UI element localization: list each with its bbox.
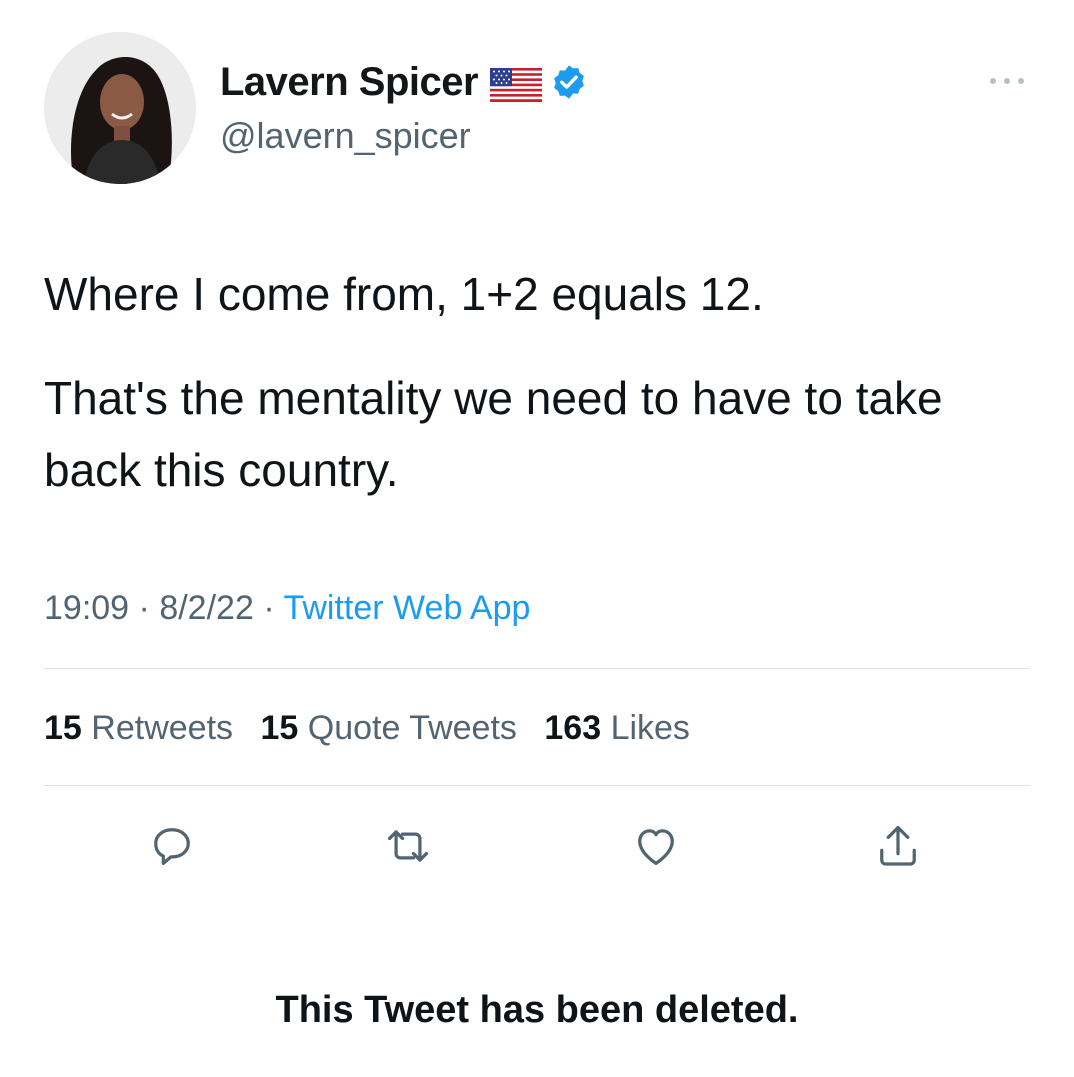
reply-icon[interactable] [146, 820, 198, 872]
quote-tweets-stat[interactable]: 15 Quote Tweets [260, 709, 516, 747]
retweets-stat[interactable]: 15 Retweets [44, 709, 233, 747]
tweet-meta: 19:09 · 8/2/22 · Twitter Web App [44, 586, 530, 630]
tweet-source-link[interactable]: Twitter Web App [283, 589, 530, 627]
author-name-row[interactable]: Lavern Spicer [220, 58, 588, 106]
tweet-text: Where I come from, 1+2 equals 12. That's… [44, 258, 1034, 538]
retweet-icon[interactable] [382, 820, 434, 872]
divider [44, 785, 1030, 786]
like-icon[interactable] [630, 820, 682, 872]
retweets-count: 15 [44, 709, 82, 747]
meta-separator: · [263, 589, 275, 627]
tweet-stats: 15 Retweets 15 Quote Tweets 163 Likes [44, 706, 708, 750]
likes-stat[interactable]: 163 Likes [544, 709, 690, 747]
quote-tweets-count: 15 [260, 709, 299, 747]
author-handle[interactable]: @lavern_spicer [220, 114, 471, 158]
avatar[interactable] [44, 32, 196, 184]
tweet-date[interactable]: 8/2/22 [159, 589, 254, 627]
likes-label: Likes [610, 709, 690, 747]
more-options-icon[interactable] [985, 74, 1029, 86]
tweet-text-line: Where I come from, 1+2 equals 12. [44, 268, 764, 320]
quote-tweets-label: Quote Tweets [307, 709, 517, 747]
tweet-time[interactable]: 19:09 [44, 589, 129, 627]
divider [44, 668, 1030, 669]
display-name[interactable]: Lavern Spicer [220, 58, 479, 106]
deleted-notice: This Tweet has been deleted. [275, 989, 799, 1031]
retweets-label: Retweets [91, 709, 234, 747]
tweet-text-line: That's the mentality we need to have to … [44, 372, 943, 496]
us-flag-icon [490, 65, 543, 102]
likes-count: 163 [544, 709, 602, 747]
share-icon[interactable] [872, 820, 924, 872]
meta-separator: · [138, 589, 150, 627]
verified-icon [550, 63, 588, 101]
